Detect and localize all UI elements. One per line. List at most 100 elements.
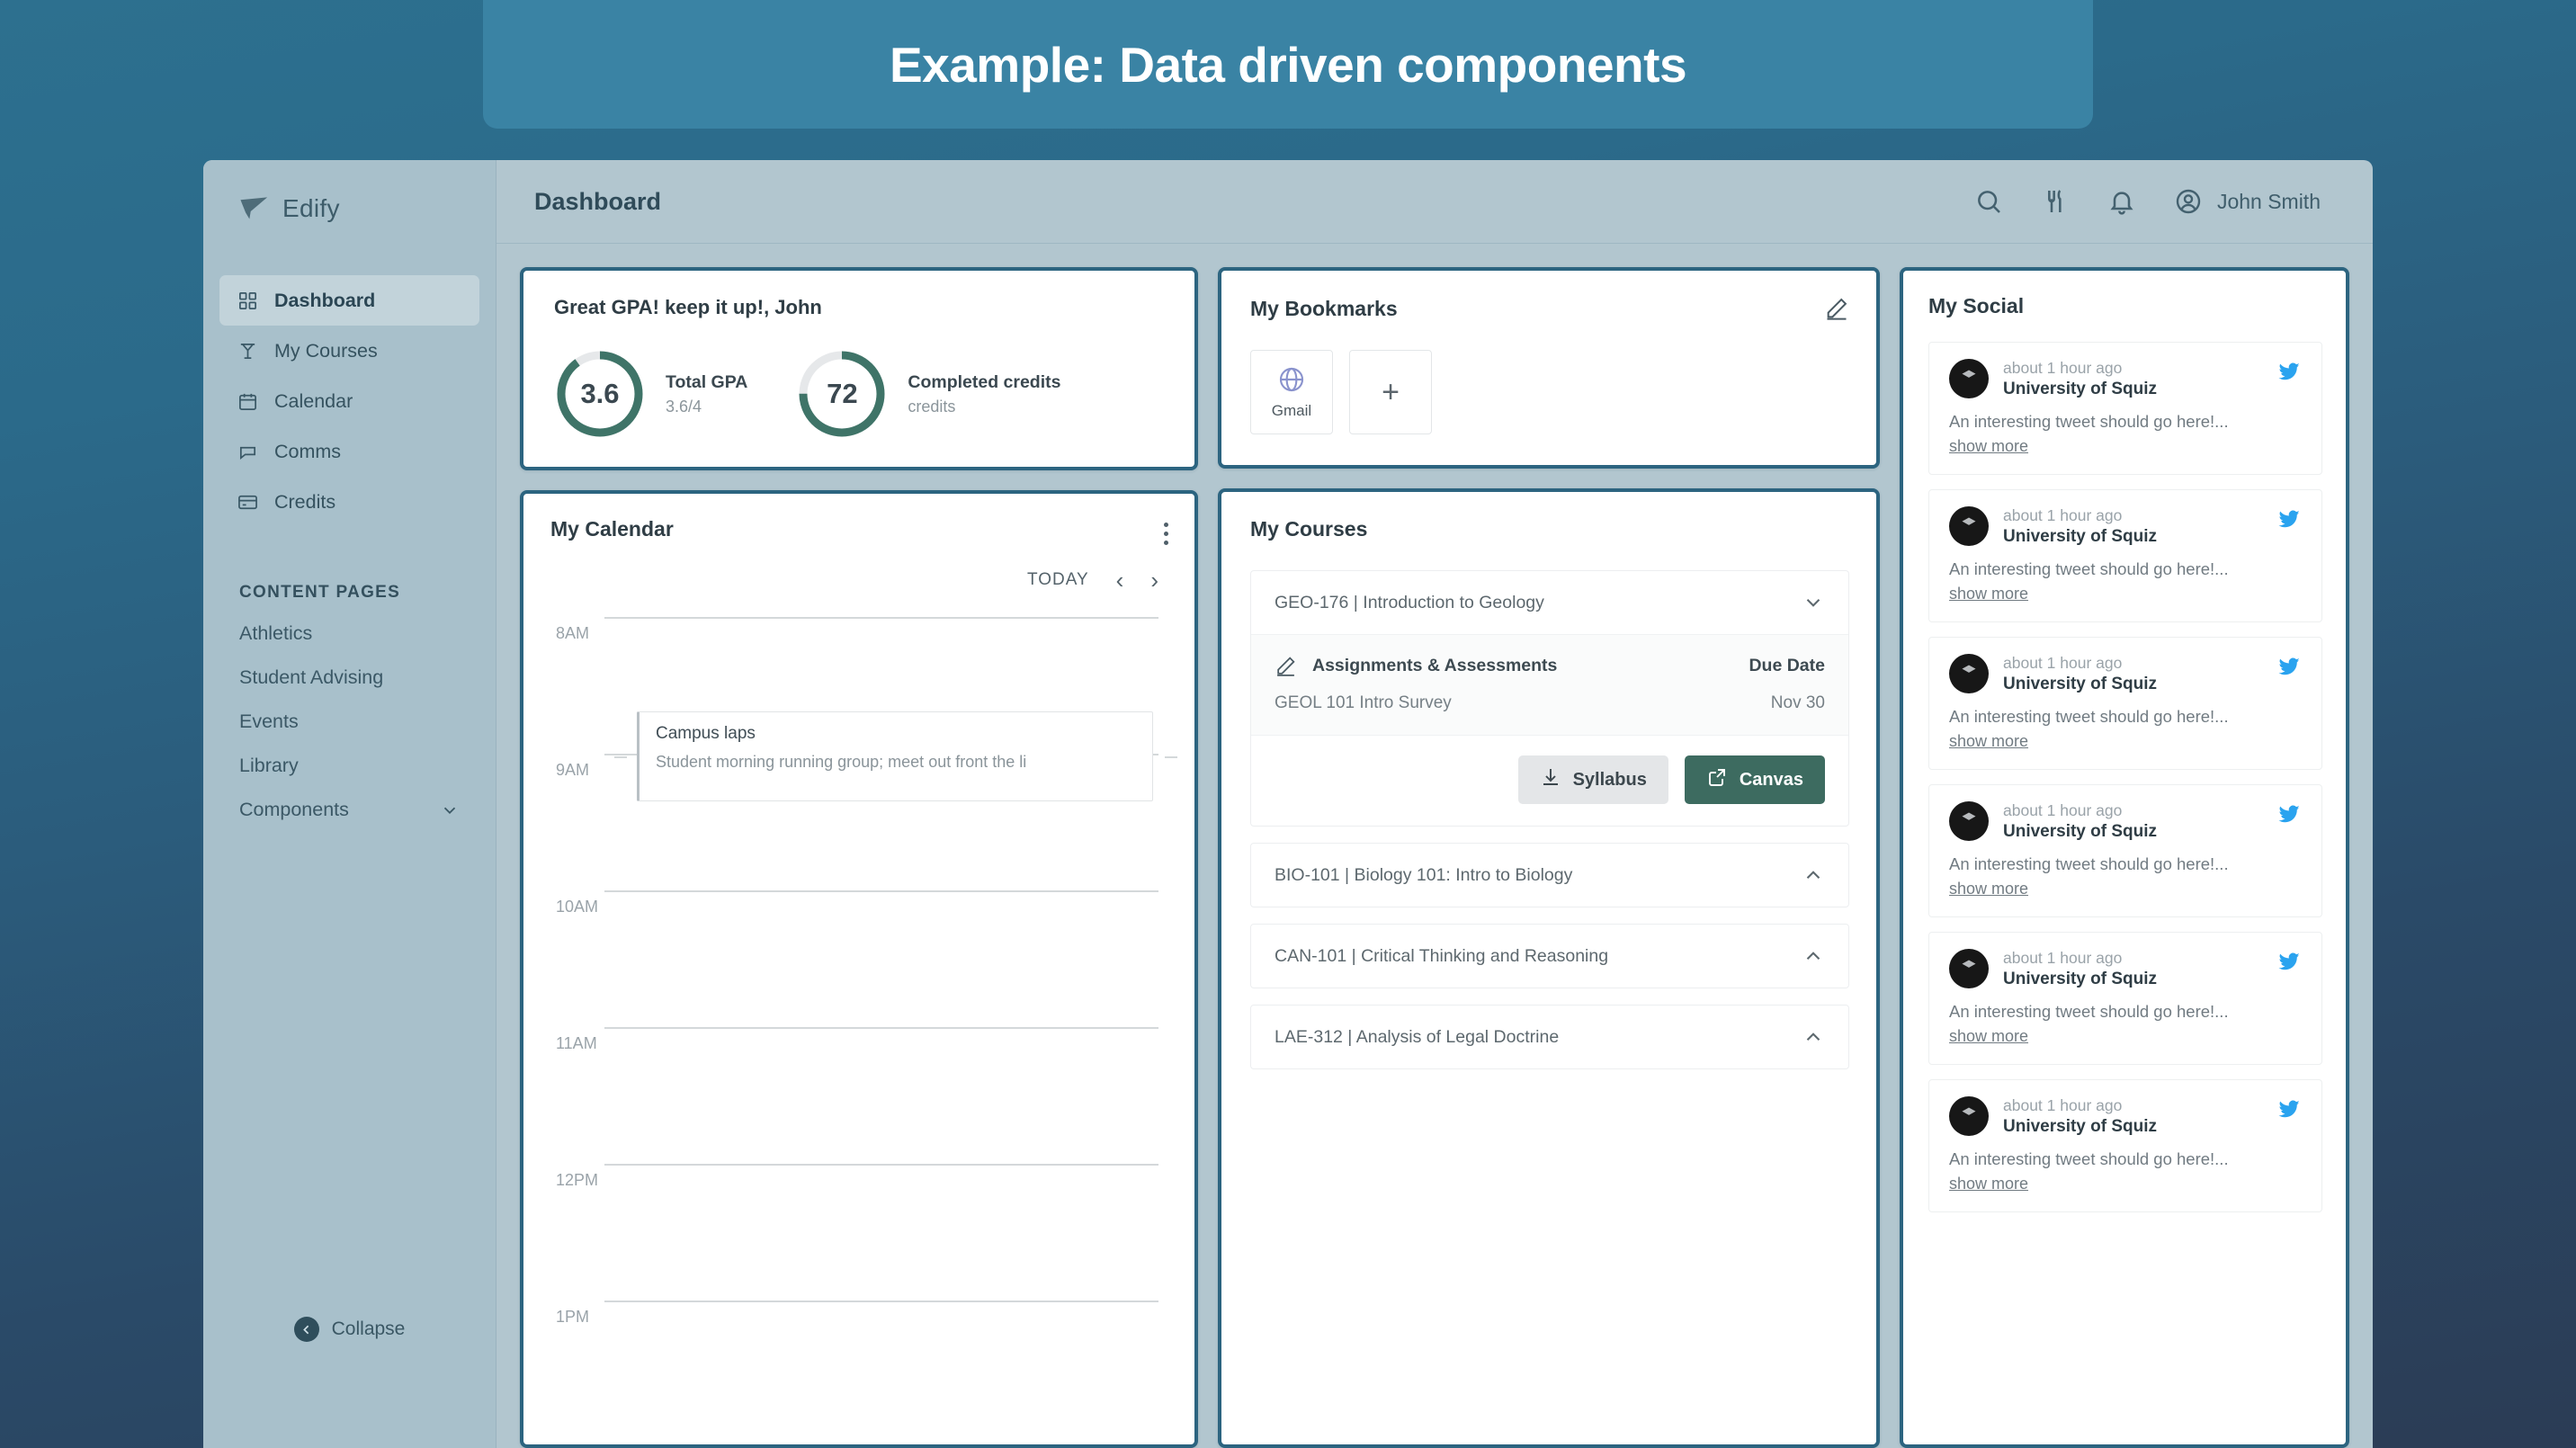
show-more-link[interactable]: show more (1949, 585, 2028, 603)
bookmarks-title: My Bookmarks (1250, 296, 1398, 320)
hour-label: 12PM (556, 1171, 599, 1189)
tweet-header: about 1 hour ago University of Squiz (1949, 506, 2302, 547)
show-more-link[interactable]: show more (1949, 1027, 2028, 1046)
sidebar-page-events[interactable]: Events (203, 700, 496, 744)
sidebar-page-library[interactable]: Library (203, 744, 496, 788)
tweet-item[interactable]: about 1 hour ago University of Squiz An … (1928, 932, 2322, 1065)
next-day-button[interactable]: › (1150, 568, 1158, 592)
sidebar: Edify Dashboard My Courses Calendar Comm… (203, 160, 496, 1448)
bell-icon[interactable] (2107, 187, 2136, 216)
course-header[interactable]: CAN-101 | Critical Thinking and Reasonin… (1251, 925, 1848, 988)
canvas-button[interactable]: Canvas (1684, 755, 1825, 804)
university-crest-icon (1960, 368, 1978, 383)
assignments-header-label: Assignments & Assessments (1312, 656, 1558, 675)
avatar (1949, 654, 1989, 693)
sidebar-page-student-advising[interactable]: Student Advising (203, 656, 496, 700)
syllabus-button[interactable]: Syllabus (1517, 755, 1668, 804)
gpa-heading: Great GPA! keep it up!, John (554, 296, 822, 318)
stat-completed-credits: 72 Completed credits credits (796, 348, 1060, 440)
comms-icon (237, 442, 258, 462)
chevron-up-icon (1802, 944, 1825, 968)
avatar (1949, 949, 1989, 988)
sidebar-page-athletics[interactable]: Athletics (203, 612, 496, 656)
top-bar: Dashboard John Smith (496, 160, 2373, 244)
course-header[interactable]: GEO-176 | Introduction to Geology (1251, 571, 1848, 634)
tweet-meta: about 1 hour ago University of Squiz (2003, 359, 2262, 399)
avatar (1949, 1096, 1989, 1136)
sidebar-item-credits[interactable]: Credits (219, 477, 479, 527)
external-link-icon (1706, 766, 1728, 793)
sidebar-item-calendar[interactable]: Calendar (219, 376, 479, 426)
dashboard-icon (237, 290, 258, 311)
course-header[interactable]: LAE-312 | Analysis of Legal Doctrine (1251, 1006, 1848, 1068)
kebab-menu-icon[interactable] (1162, 517, 1169, 545)
primary-nav: Dashboard My Courses Calendar Comms Cred… (203, 275, 496, 527)
tweet-header: about 1 hour ago University of Squiz (1949, 1096, 2302, 1137)
banner-title: Example: Data driven components (889, 36, 1687, 93)
calendar-event[interactable]: Campus laps Student morning running grou… (614, 711, 1177, 801)
chevron-down-icon (1802, 591, 1825, 614)
search-icon[interactable] (1974, 187, 2003, 216)
tweet-header: about 1 hour ago University of Squiz (1949, 359, 2302, 399)
brand-name: Edify (282, 194, 340, 222)
social-feed: about 1 hour ago University of Squiz An … (1928, 342, 2322, 1212)
gpa-stat-text: Total GPA 3.6/4 (666, 370, 747, 418)
tweet-item[interactable]: about 1 hour ago University of Squiz An … (1928, 637, 2322, 770)
bookmark-tile-gmail[interactable]: Gmail (1250, 350, 1333, 434)
course-header[interactable]: BIO-101 | Biology 101: Intro to Biology (1251, 844, 1848, 907)
today-button[interactable]: TODAY (1027, 570, 1089, 590)
tweet-body: An interesting tweet should go here!... (1949, 854, 2229, 873)
hour-line (604, 890, 1158, 892)
column-left: Great GPA! keep it up!, John 3.6 Total G… (520, 267, 1198, 1448)
brand[interactable]: Edify (203, 160, 496, 223)
tweet-author: University of Squiz (2003, 822, 2158, 841)
twitter-icon (2276, 506, 2302, 532)
course-item-bio-101: BIO-101 | Biology 101: Intro to Biology (1250, 843, 1849, 907)
tweet-item[interactable]: about 1 hour ago University of Squiz An … (1928, 489, 2322, 622)
sidebar-item-comms[interactable]: Comms (219, 426, 479, 477)
hour-line (604, 1164, 1158, 1166)
tweet-body: An interesting tweet should go here!... (1949, 412, 2229, 431)
sidebar-item-dashboard[interactable]: Dashboard (219, 275, 479, 326)
tweet-time: about 1 hour ago (2003, 801, 2123, 819)
tweet-item[interactable]: about 1 hour ago University of Squiz An … (1928, 342, 2322, 475)
courses-icon (237, 341, 258, 362)
add-bookmark-button[interactable]: + (1349, 350, 1432, 434)
assignment-name: GEOL 101 Intro Survey (1275, 693, 1452, 712)
tweet-author: University of Squiz (2003, 675, 2158, 693)
tweet-item[interactable]: about 1 hour ago University of Squiz An … (1928, 784, 2322, 917)
hour-line (604, 1027, 1158, 1029)
prev-day-button[interactable]: ‹ (1116, 568, 1124, 592)
tweet-time: about 1 hour ago (2003, 949, 2123, 967)
credits-sub: credits (908, 398, 956, 416)
due-date-header-label: Due Date (1749, 656, 1825, 675)
user-name: John Smith (2216, 189, 2321, 213)
content-pages-heading: CONTENT PAGES (239, 583, 401, 602)
credits-icon (237, 492, 258, 513)
column-right: My Social about 1 hour ago University of… (1900, 267, 2349, 1448)
show-more-link[interactable]: show more (1949, 732, 2028, 751)
collapse-sidebar-button[interactable]: Collapse (203, 1317, 496, 1342)
dashboard-grid: Great GPA! keep it up!, John 3.6 Total G… (496, 244, 2373, 1448)
sidebar-page-components[interactable]: Components (203, 788, 496, 832)
assignment-row[interactable]: GEOL 101 Intro Survey Nov 30 (1275, 693, 1825, 713)
show-more-link[interactable]: show more (1949, 1175, 2028, 1193)
show-more-link[interactable]: show more (1949, 437, 2028, 456)
user-menu[interactable]: John Smith (2174, 187, 2321, 216)
edify-logo-icon (239, 196, 270, 221)
twitter-icon (2276, 654, 2302, 679)
hour-line (604, 1301, 1158, 1302)
dining-icon[interactable] (2041, 187, 2070, 216)
tweet-header: about 1 hour ago University of Squiz (1949, 949, 2302, 989)
social-card: My Social about 1 hour ago University of… (1900, 267, 2349, 1448)
event-title: Campus laps (656, 724, 756, 743)
tweet-item[interactable]: about 1 hour ago University of Squiz An … (1928, 1079, 2322, 1212)
content-pages-list: Athletics Student Advising Events Librar… (203, 612, 496, 832)
sidebar-item-my-courses[interactable]: My Courses (219, 326, 479, 376)
avatar (1949, 506, 1989, 546)
pencil-icon[interactable] (1824, 296, 1849, 321)
tweet-time: about 1 hour ago (2003, 654, 2123, 672)
main-area: Dashboard John Smith Great GPA! keep it … (496, 160, 2373, 1448)
show-more-link[interactable]: show more (1949, 880, 2028, 898)
tweet-body: An interesting tweet should go here!... (1949, 1149, 2229, 1168)
